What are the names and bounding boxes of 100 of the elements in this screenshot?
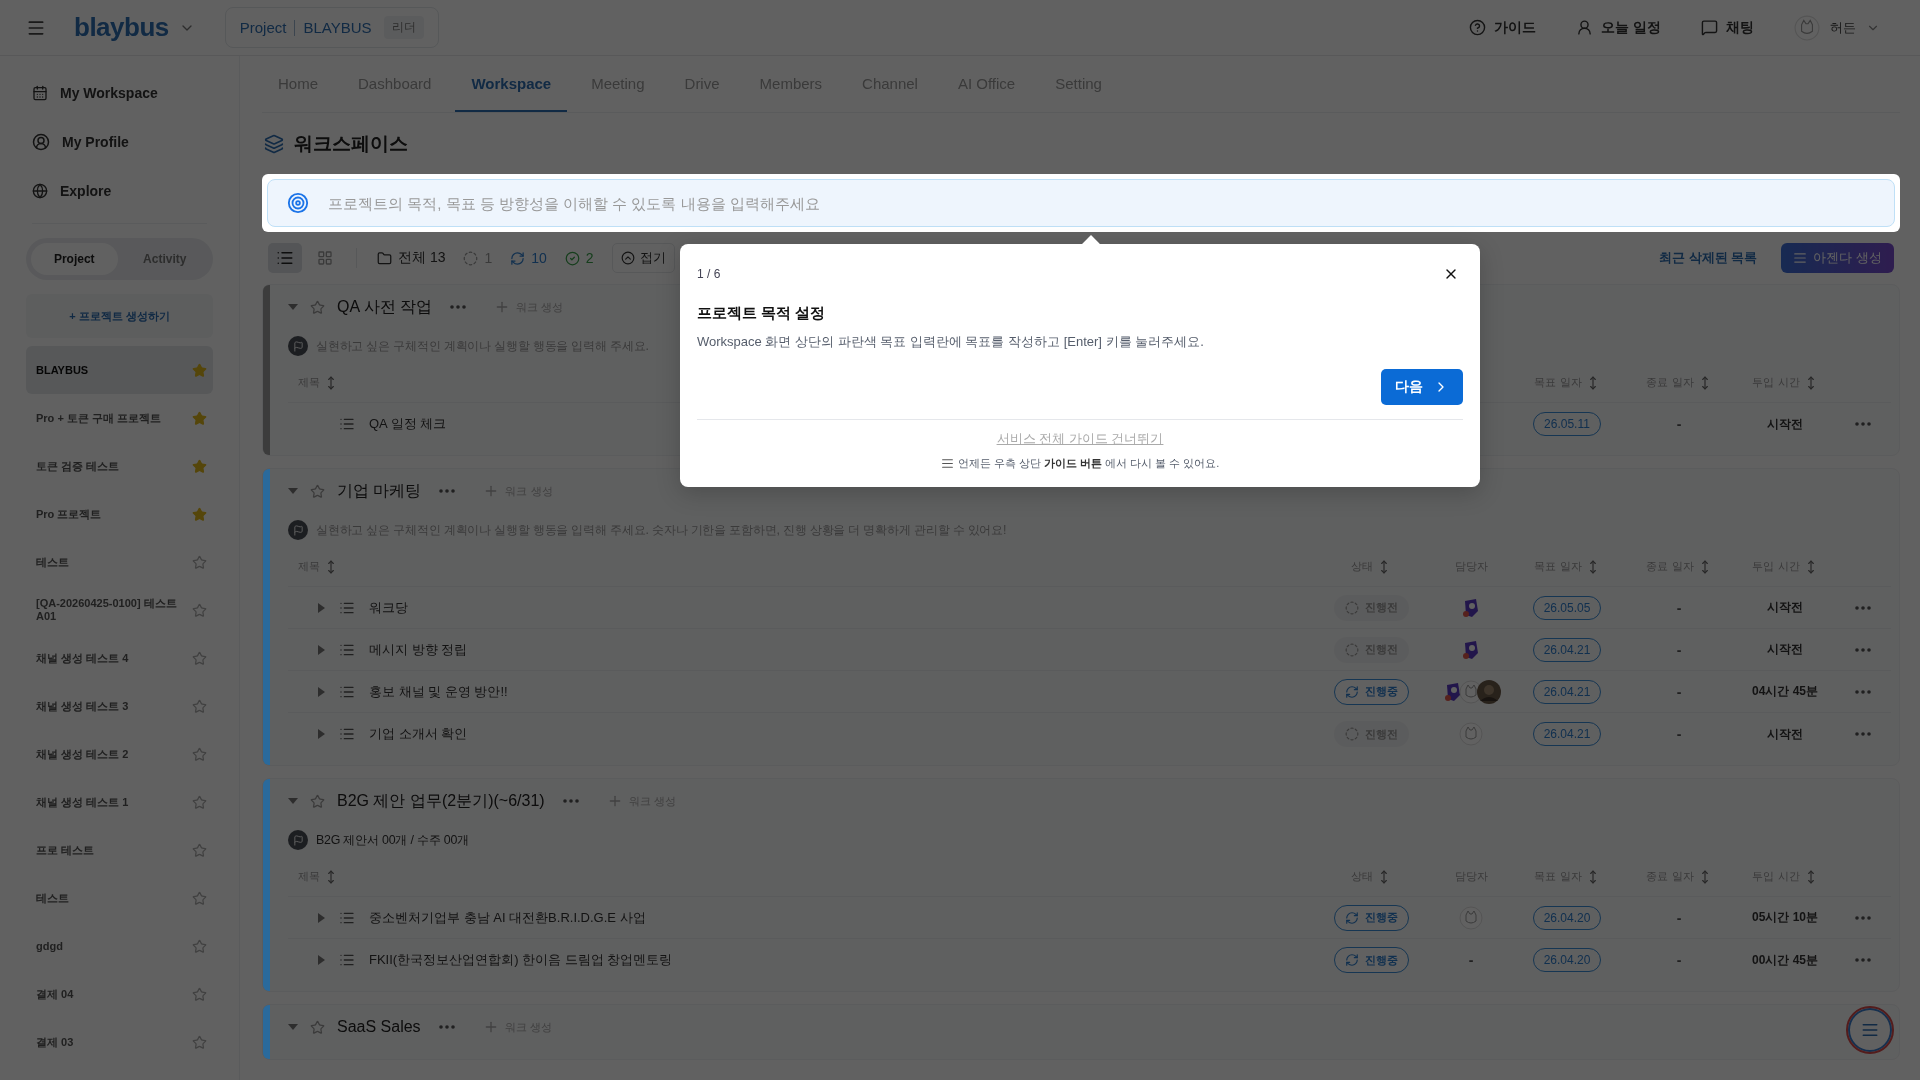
- star-icon[interactable]: [310, 793, 325, 809]
- flag-icon: [288, 336, 308, 356]
- project-item[interactable]: gdgd: [26, 922, 213, 970]
- star-icon[interactable]: [192, 794, 207, 810]
- task-title[interactable]: QA 일정 체크: [369, 415, 447, 433]
- step-counter: 1 / 6: [697, 267, 721, 282]
- more-icon: [1855, 605, 1871, 610]
- caret-icon[interactable]: [288, 797, 298, 805]
- segment-tab[interactable]: Project: [31, 243, 118, 275]
- project-item[interactable]: [QA-20260425-0100] 테스트 A01: [26, 586, 213, 634]
- top-action[interactable]: 가이드: [1469, 18, 1537, 37]
- end-date: -: [1676, 726, 1682, 742]
- deleted-items-link[interactable]: 최근 삭제된 목록: [1659, 249, 1758, 268]
- refresh-icon: [1344, 684, 1359, 699]
- project-name: Pro + 토큰 구매 프로젝트: [36, 411, 161, 425]
- goal-input[interactable]: 프로젝트의 목적, 목표 등 방향성을 이해할 수 있도록 내용을 입력해주세요: [267, 179, 1895, 228]
- project-item[interactable]: 테스트: [26, 538, 213, 586]
- task-title[interactable]: 기업 소개서 확인: [369, 725, 468, 743]
- nav-item[interactable]: My Profile: [26, 117, 213, 166]
- expand-icon[interactable]: [318, 644, 325, 655]
- create-project-button[interactable]: + 프로젝트 생성하기: [26, 294, 213, 338]
- collapse-button[interactable]: 접기: [611, 243, 675, 274]
- task-title[interactable]: 메시지 방향 정립: [369, 640, 468, 659]
- person-icon: [1576, 19, 1594, 36]
- expand-icon[interactable]: [318, 955, 325, 965]
- star-icon[interactable]: [192, 362, 207, 378]
- more-icon: [1855, 689, 1871, 694]
- star-icon[interactable]: [192, 554, 207, 570]
- project-item[interactable]: 결제 03: [26, 1018, 213, 1066]
- star-icon[interactable]: [192, 986, 207, 1002]
- caret-icon[interactable]: [288, 1023, 298, 1031]
- list-icon: [339, 416, 355, 432]
- nav-item[interactable]: My Workspace: [26, 68, 213, 117]
- help-icon: [1469, 19, 1487, 36]
- more-icon: [438, 1025, 455, 1029]
- star-icon[interactable]: [192, 458, 207, 474]
- user-menu[interactable]: 허든: [1794, 14, 1880, 41]
- project-item[interactable]: 채널 생성 테스트 4: [26, 634, 213, 682]
- expand-icon[interactable]: [318, 729, 325, 739]
- task-title[interactable]: 워크당: [369, 598, 408, 617]
- skip-link[interactable]: 서비스 전체 가이드 건너뛰기: [996, 430, 1164, 449]
- project-item[interactable]: Pro 프로젝트: [26, 490, 213, 538]
- project-name: 테스트: [36, 891, 69, 905]
- project-item[interactable]: 프로 테스트: [26, 826, 213, 874]
- top-action[interactable]: 오늘 일정: [1576, 18, 1661, 37]
- task-title[interactable]: 홍보 채널 및 운영 방안!!: [369, 682, 508, 701]
- time-spent: 시작전: [1767, 415, 1803, 433]
- star-icon[interactable]: [192, 410, 207, 426]
- project-item[interactable]: 토큰 검증 테스트: [26, 442, 213, 490]
- more-icon: [439, 489, 456, 493]
- popover-text: Workspace 화면 상단의 파란색 목표 입력란에 목표를 작성하고 [Enter] 키를 눌러주세요.: [697, 333, 1205, 352]
- project-item[interactable]: 테스트: [26, 874, 213, 922]
- star-icon[interactable]: [192, 890, 207, 906]
- more-icon: [562, 799, 579, 803]
- refresh-icon: [510, 250, 526, 266]
- star-icon[interactable]: [192, 1034, 207, 1050]
- status-filter[interactable]: 전체 13: [371, 249, 452, 268]
- project-item[interactable]: 채널 생성 테스트 2: [26, 730, 213, 778]
- project-item[interactable]: 채널 생성 테스트 1: [26, 778, 213, 826]
- project-item[interactable]: 결제 04: [26, 970, 213, 1018]
- time-spent: 00시간 45분: [1752, 951, 1818, 969]
- top-action[interactable]: 채팅: [1701, 18, 1754, 37]
- caret-icon[interactable]: [288, 303, 298, 311]
- task-title[interactable]: 중소벤처기업부 충남 AI 대전환B.R.I.D.G.E 사업: [369, 908, 646, 927]
- more-icon: [1855, 647, 1871, 652]
- caret-icon[interactable]: [288, 487, 298, 495]
- nav-tab[interactable]: Workspace: [455, 56, 568, 112]
- star-icon[interactable]: [192, 650, 207, 666]
- project-name: 채널 생성 테스트 3: [36, 699, 129, 713]
- globe-icon: [32, 182, 48, 199]
- project-name: 채널 생성 테스트 2: [36, 747, 129, 761]
- star-icon[interactable]: [192, 506, 207, 522]
- next-button[interactable]: 다음: [1381, 369, 1463, 406]
- project-name: 테스트: [36, 555, 69, 569]
- project-name: Pro 프로젝트: [36, 507, 102, 521]
- project-item[interactable]: Pro + 토큰 구매 프로젝트: [26, 394, 213, 442]
- status-filter[interactable]: 10: [504, 250, 553, 267]
- section-title: 기업 마케팅: [337, 480, 422, 501]
- star-icon[interactable]: [192, 842, 207, 858]
- star-icon[interactable]: [192, 746, 207, 762]
- expand-icon[interactable]: [318, 686, 325, 697]
- star-icon[interactable]: [192, 698, 207, 714]
- logo-button[interactable]: blaybus: [74, 12, 195, 43]
- nav-item[interactable]: Explore: [26, 166, 213, 215]
- star-icon[interactable]: [310, 1019, 325, 1035]
- list-view-button[interactable]: [268, 243, 302, 274]
- end-date: -: [1676, 909, 1682, 926]
- lines-icon: [940, 457, 954, 471]
- task-title[interactable]: FKII(한국정보산업연합회) 한이음 드림업 창업멘토링: [369, 951, 673, 969]
- star-icon[interactable]: [310, 483, 325, 499]
- project-item[interactable]: 채널 생성 테스트 3: [26, 682, 213, 730]
- star-icon[interactable]: [192, 602, 207, 618]
- calendar-icon: [32, 84, 48, 101]
- time-spent: 04시간 45분: [1752, 683, 1818, 700]
- star-icon[interactable]: [192, 938, 207, 954]
- expand-icon[interactable]: [318, 602, 325, 613]
- star-icon[interactable]: [310, 299, 325, 315]
- project-item[interactable]: BLAYBUS: [26, 346, 213, 394]
- status-filter[interactable]: 2: [558, 250, 600, 267]
- expand-icon[interactable]: [318, 912, 325, 923]
